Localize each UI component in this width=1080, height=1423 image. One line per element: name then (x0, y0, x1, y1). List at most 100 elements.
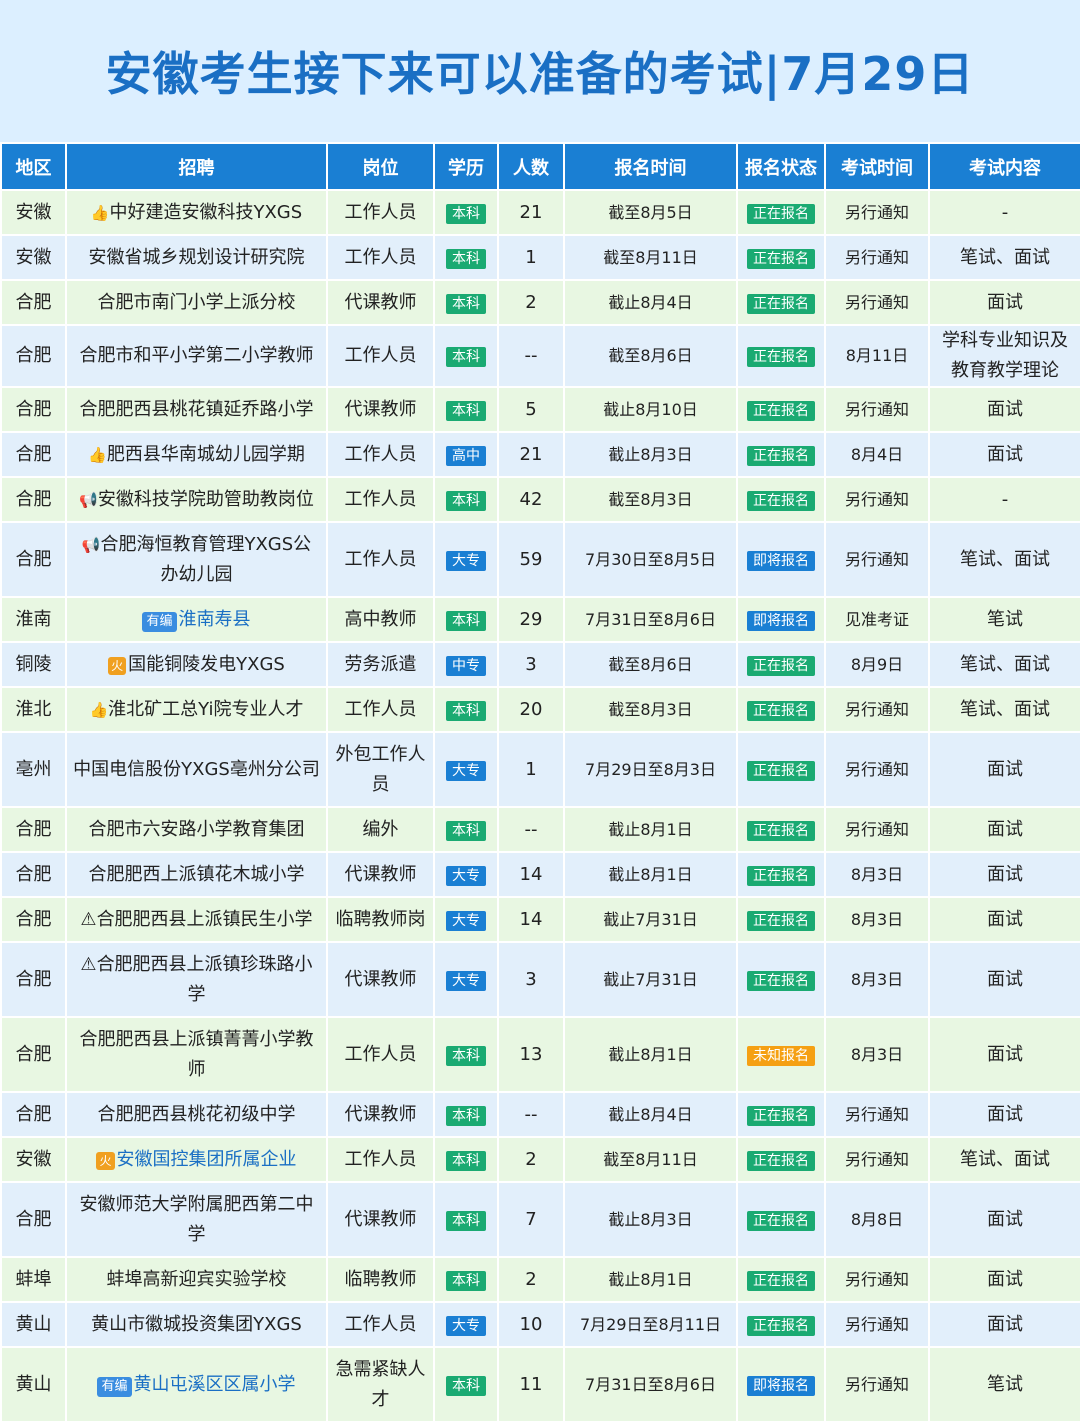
cell-content: 面试 (928, 1256, 1080, 1303)
thumbs-up-icon: 👍 (90, 203, 110, 222)
cell-exam-time: 8月3日 (824, 941, 930, 1018)
cell-status: 正在报名 (736, 641, 826, 688)
cell-recruit: 合肥市南门小学上派分校 (65, 279, 328, 326)
cell-exam-time: 另行通知 (824, 521, 930, 598)
status-badge: 正在报名 (747, 347, 815, 367)
cell-recruit: 有编 淮南寿县 (65, 596, 328, 643)
cell-count: 1 (497, 234, 565, 281)
cell-reg-time: 截止8月1日 (563, 806, 738, 853)
cell-region: 合肥 (0, 386, 67, 433)
status-badge: 正在报名 (747, 400, 815, 421)
recruit-name[interactable]: 黄山屯溪区区属小学 (134, 1374, 296, 1395)
edu-badge: 本科 (446, 1150, 486, 1171)
cell-reg-time: 截止8月3日 (563, 431, 738, 478)
status-badge: 未知报名 (747, 1045, 815, 1066)
cell-position: 工作人员 (326, 189, 435, 236)
edu-badge: 大专 (446, 970, 486, 991)
cell-edu: 本科 (433, 1256, 499, 1303)
cell-status: 正在报名 (736, 1091, 826, 1138)
header-region: 地区 (0, 142, 67, 191)
header-recruit: 招聘 (65, 142, 328, 191)
cell-recruit: 👍中好建造安徽科技YXGS (65, 189, 328, 236)
cell-position: 代课教师 (326, 941, 435, 1018)
cell-count: -- (497, 1091, 565, 1138)
cell-count: 21 (497, 431, 565, 478)
recruit-name: 淮北矿工总Yi院专业人才 (108, 698, 304, 720)
cell-status: 正在报名 (736, 279, 826, 326)
cell-content: 面试 (928, 279, 1080, 326)
cell-count: 42 (497, 476, 565, 523)
cell-reg-time: 截止8月4日 (563, 1091, 738, 1138)
cell-content: 面试 (928, 1091, 1080, 1138)
recruit-name[interactable]: 淮南寿县 (179, 609, 251, 630)
tag-badge: 有编 (142, 611, 177, 632)
cell-position: 临聘教师 (326, 1256, 435, 1303)
cell-position: 编外 (326, 806, 435, 853)
status-badge: 正在报名 (747, 445, 815, 466)
edu-badge: 中专 (446, 655, 486, 676)
cell-content: 笔试、面试 (928, 521, 1080, 598)
cell-content: 学科专业知识及教育教学理论 (928, 324, 1080, 388)
cell-position: 高中教师 (326, 596, 435, 643)
recruit-name: 国能铜陵发电YXGS (128, 653, 285, 675)
cell-recruit: 火安徽国控集团所属企业 (65, 1136, 328, 1183)
cell-reg-time: 7月30日至8月5日 (563, 521, 738, 598)
cell-content: 面试 (928, 1301, 1080, 1348)
cell-content: 面试 (928, 386, 1080, 433)
cell-reg-time: 截止8月1日 (563, 851, 738, 898)
header-content: 考试内容 (928, 142, 1080, 191)
cell-exam-time: 另行通知 (824, 1091, 930, 1138)
cell-exam-time: 另行通知 (824, 686, 930, 733)
cell-recruit: 合肥肥西县桃花初级中学 (65, 1091, 328, 1138)
cell-reg-time: 截止7月31日 (563, 941, 738, 1018)
cell-reg-time: 7月31日至8月6日 (563, 596, 738, 643)
status-badge: 正在报名 (747, 490, 815, 511)
cell-region: 合肥 (0, 941, 67, 1018)
cell-position: 工作人员 (326, 686, 435, 733)
recruit-name[interactable]: 安徽国控集团所属企业 (117, 1149, 297, 1170)
cell-reg-time: 截止8月10日 (563, 386, 738, 433)
edu-badge: 本科 (446, 1105, 486, 1126)
cell-content: 面试 (928, 1181, 1080, 1258)
status-badge: 即将报名 (747, 610, 815, 631)
warning-icon: ⚠ (80, 953, 97, 975)
table-row: 黄山 黄山市徽城投资集团YXGS 工作人员 大专 10 7月29日至8月11日 正在报名 另行… (0, 1301, 1080, 1348)
cell-edu: 本科 (433, 806, 499, 853)
cell-recruit: ⚠合肥肥西县上派镇珍珠路小学 (65, 941, 328, 1018)
cell-status: 正在报名 (736, 386, 826, 433)
cell-content: 面试 (928, 1016, 1080, 1093)
edu-badge: 本科 (446, 1375, 486, 1396)
cell-status: 正在报名 (736, 686, 826, 733)
cell-reg-time: 截至8月11日 (563, 1136, 738, 1183)
cell-reg-time: 截至8月6日 (563, 641, 738, 688)
cell-recruit: 安徽省城乡规划设计研究院 (65, 234, 328, 281)
cell-region: 蚌埠 (0, 1256, 67, 1303)
table-row: 合肥 合肥市和平小学第二小学教师 工作人员 本科 -- 截至8月6日 正在报名 8月11日 学科… (0, 324, 1080, 388)
thumbs-up-icon: 👍 (89, 700, 109, 719)
cell-status: 正在报名 (736, 431, 826, 478)
table-row: 合肥 合肥市南门小学上派分校 代课教师 本科 2 截止8月4日 正在报名 另行通知 面试 (0, 279, 1080, 326)
cell-count: 13 (497, 1016, 565, 1093)
table-row: 亳州 中国电信股份YXGS亳州分公司 外包工作人员 大专 1 7月29日至8月3日 正在报名… (0, 731, 1080, 808)
cell-recruit: ⚠合肥肥西县上派镇民生小学 (65, 896, 328, 943)
cell-reg-time: 截至8月3日 (563, 476, 738, 523)
recruit-name: 合肥海恒教育管理YXGS公办幼儿园 (100, 533, 312, 585)
cell-recruit: 合肥市六安路小学教育集团 (65, 806, 328, 853)
cell-region: 合肥 (0, 279, 67, 326)
cell-count: 59 (497, 521, 565, 598)
cell-position: 代课教师 (326, 1181, 435, 1258)
edu-badge: 本科 (446, 1270, 486, 1291)
megaphone-icon: 📢 (81, 535, 101, 554)
recruit-name: 中国电信股份YXGS亳州分公司 (73, 758, 320, 780)
cell-status: 正在报名 (736, 1256, 826, 1303)
cell-content: 笔试、面试 (928, 686, 1080, 733)
recruit-name: 合肥肥西县上派镇民生小学 (96, 908, 313, 930)
recruit-name: 安徽师范大学附属肥西第二中学 (79, 1193, 314, 1245)
cell-position: 代课教师 (326, 851, 435, 898)
cell-exam-time: 另行通知 (824, 386, 930, 433)
status-badge: 即将报名 (747, 1375, 815, 1396)
cell-edu: 大专 (433, 1301, 499, 1348)
status-badge: 正在报名 (747, 293, 815, 314)
cell-region: 合肥 (0, 896, 67, 943)
status-badge: 正在报名 (747, 1150, 815, 1171)
